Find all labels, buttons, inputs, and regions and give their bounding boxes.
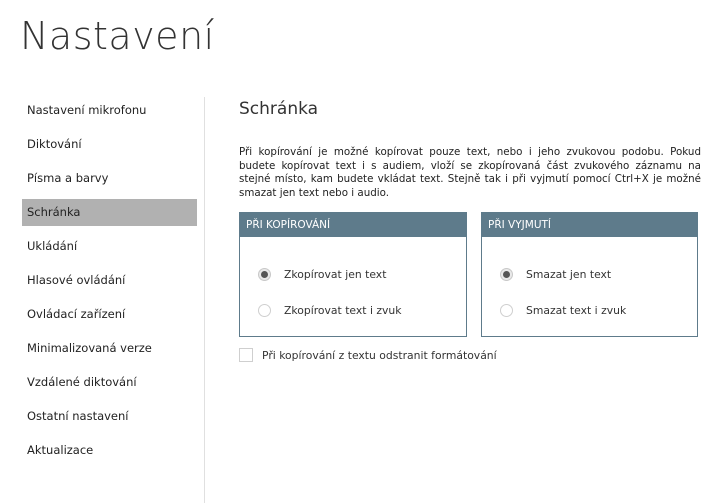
copy-options-group: PŘI KOPÍROVÁNÍ Zkopírovat jen text Zkopí… [239, 212, 467, 337]
sidebar-item-dictation[interactable]: Diktování [22, 131, 197, 158]
sidebar-item-fonts-colors[interactable]: Písma a barvy [22, 165, 197, 192]
copy-text-and-audio-radio[interactable]: Zkopírovat text i zvuk [258, 301, 402, 319]
sidebar-item-label: Aktualizace [27, 443, 94, 457]
sidebar: Nastavení mikrofonu Diktování Písma a ba… [22, 97, 197, 471]
section-title: Schránka [239, 99, 319, 119]
sidebar-item-label: Minimalizovaná verze [27, 341, 152, 355]
checkbox-label: Při kopírování z textu odstranit formáto… [262, 348, 497, 362]
remove-formatting-checkbox[interactable]: Při kopírování z textu odstranit formáto… [239, 348, 497, 362]
sidebar-item-updates[interactable]: Aktualizace [22, 437, 197, 464]
sidebar-item-saving[interactable]: Ukládání [22, 233, 197, 260]
cut-group-header: PŘI VYJMUTÍ [482, 213, 697, 237]
radio-dot-icon [503, 270, 510, 278]
sidebar-item-control-devices[interactable]: Ovládací zařízení [22, 301, 197, 328]
sidebar-item-remote-dictation[interactable]: Vzdálené diktování [22, 369, 197, 396]
sidebar-item-other-settings[interactable]: Ostatní nastavení [22, 403, 197, 430]
sidebar-item-label: Písma a barvy [27, 171, 109, 185]
sidebar-divider [204, 97, 205, 503]
sidebar-item-label: Ostatní nastavení [27, 409, 129, 423]
radio-checked-icon [258, 267, 271, 281]
checkbox-unchecked-icon [239, 348, 253, 362]
sidebar-item-microphone-settings[interactable]: Nastavení mikrofonu [22, 97, 197, 124]
radio-unchecked-icon [500, 303, 513, 317]
sidebar-item-label: Ovládací zařízení [27, 307, 126, 321]
radio-label: Smazat text i zvuk [526, 303, 627, 317]
section-description: Při kopírování je možné kopírovat pouze … [239, 146, 701, 199]
sidebar-item-voice-control[interactable]: Hlasové ovládání [22, 267, 197, 294]
copy-text-only-radio[interactable]: Zkopírovat jen text [258, 265, 386, 283]
sidebar-item-label: Vzdálené diktování [27, 375, 137, 389]
radio-checked-icon [500, 267, 513, 281]
sidebar-item-label: Diktování [27, 137, 82, 151]
sidebar-item-label: Ukládání [27, 239, 78, 253]
sidebar-item-label: Schránka [27, 205, 81, 219]
sidebar-item-clipboard[interactable]: Schránka [22, 199, 197, 226]
radio-label: Zkopírovat text i zvuk [284, 303, 402, 317]
copy-group-header: PŘI KOPÍROVÁNÍ [240, 213, 466, 237]
radio-dot-icon [261, 270, 268, 278]
radio-unchecked-icon [258, 303, 271, 317]
sidebar-item-label: Nastavení mikrofonu [27, 103, 147, 117]
sidebar-item-minimized-version[interactable]: Minimalizovaná verze [22, 335, 197, 362]
sidebar-item-label: Hlasové ovládání [27, 273, 126, 287]
radio-label: Smazat jen text [526, 267, 612, 281]
radio-label: Zkopírovat jen text [284, 267, 387, 281]
cut-options-group: PŘI VYJMUTÍ Smazat jen text Smazat text … [481, 212, 698, 337]
delete-text-and-audio-radio[interactable]: Smazat text i zvuk [500, 301, 626, 319]
page-title: Nastavení [20, 14, 215, 58]
delete-text-only-radio[interactable]: Smazat jen text [500, 265, 611, 283]
